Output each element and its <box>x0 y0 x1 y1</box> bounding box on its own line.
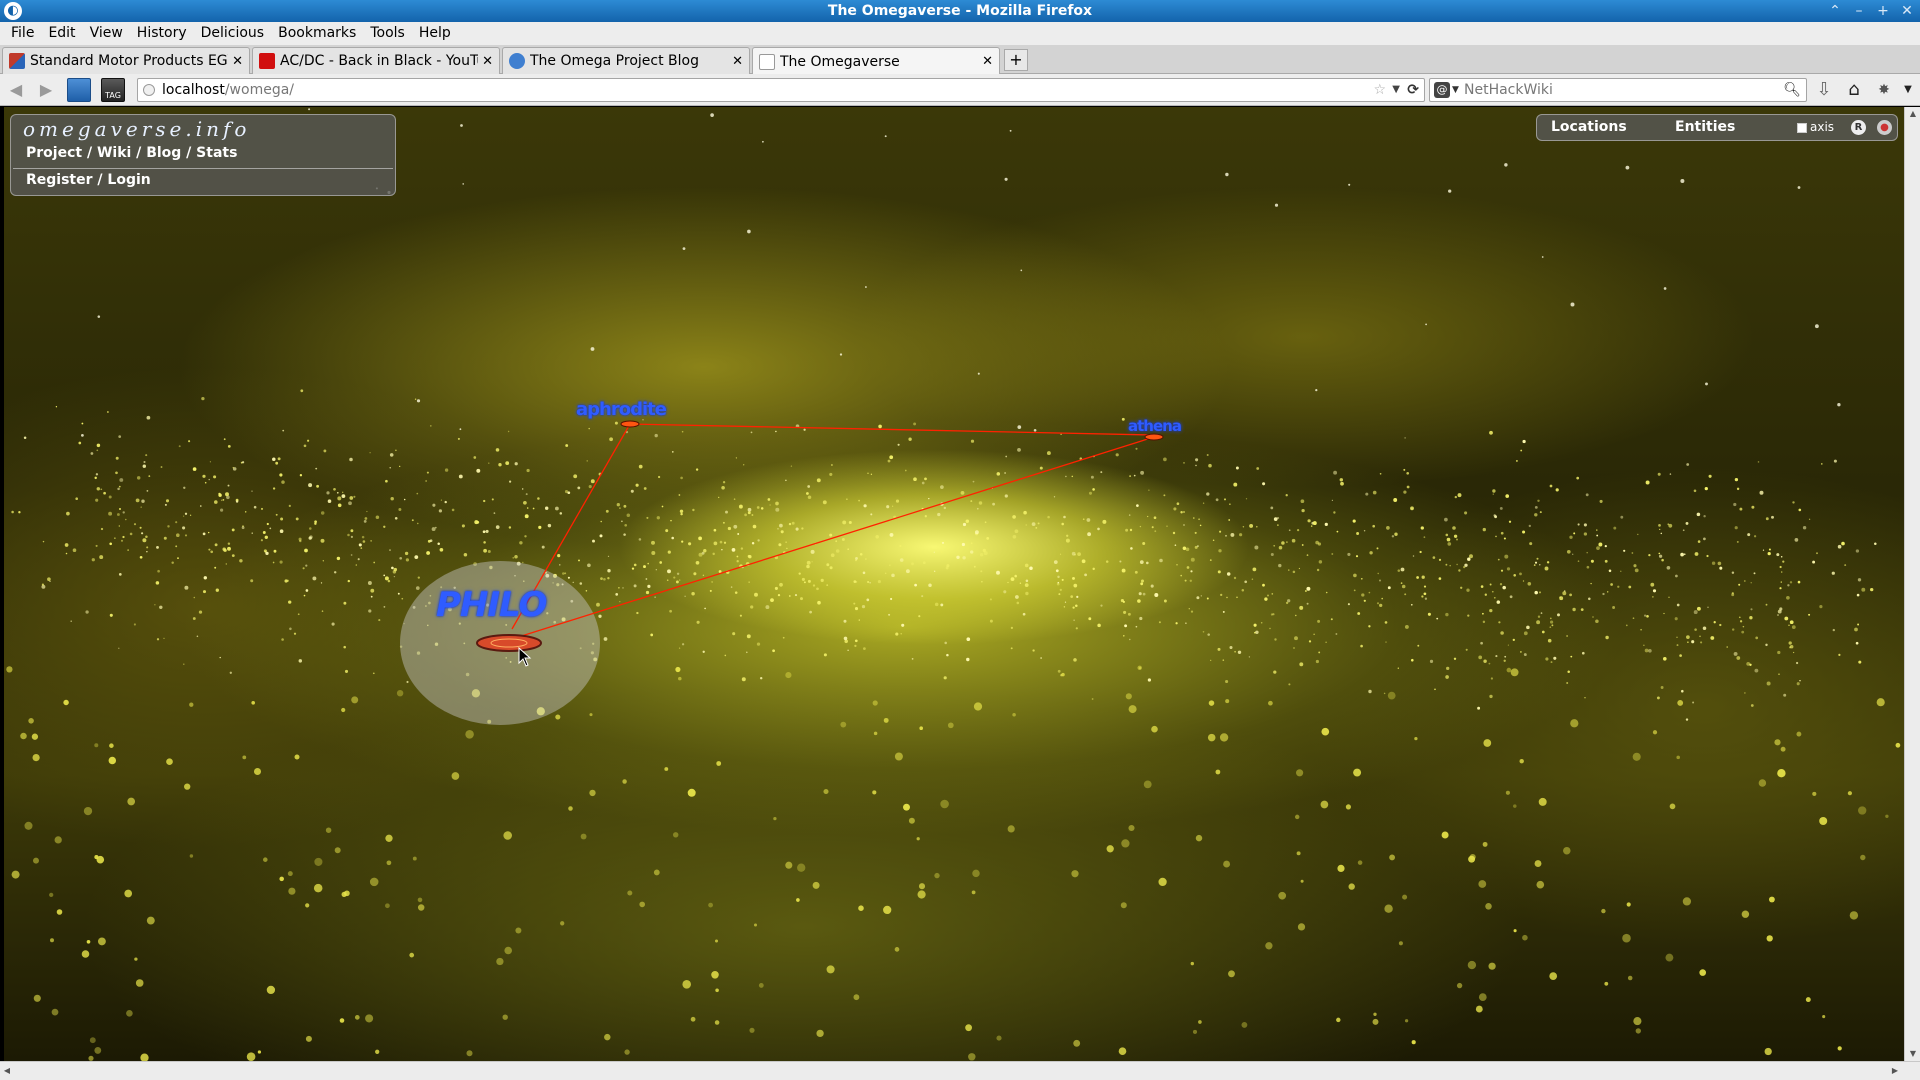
tab-close-icon[interactable]: ✕ <box>982 54 993 69</box>
axis-toggle[interactable]: axis <box>1797 115 1834 140</box>
home-icon[interactable]: ⌂ <box>1842 78 1866 102</box>
menu-history[interactable]: History <box>130 22 194 45</box>
scroll-left-arrow-icon[interactable]: ◀ <box>0 1062 14 1080</box>
webgl-scene-viewport[interactable]: aphrodite athena philo omegaverse.info P… <box>4 107 1904 1061</box>
menubar: File Edit View History Delicious Bookmar… <box>0 22 1920 45</box>
tab-close-icon[interactable]: ✕ <box>482 54 493 69</box>
toolbar-overflow-icon[interactable]: ▼ <box>1896 78 1920 102</box>
scene-label-philo[interactable]: philo <box>436 585 547 625</box>
axis-checkbox[interactable] <box>1797 122 1807 133</box>
window-titlebar: ◐ The Omegaverse - Mozilla Firefox ⌃ – +… <box>0 0 1920 22</box>
bookmark-save-icon[interactable] <box>67 78 91 102</box>
site-brand[interactable]: omegaverse.info <box>23 117 250 141</box>
favicon-icon <box>9 53 25 69</box>
panel-divider <box>13 168 393 169</box>
bookmark-star-icon[interactable]: ☆ <box>1373 79 1386 101</box>
nav-link-project[interactable]: Project <box>26 145 82 161</box>
site-nav-links: Project / Wiki / Blog / Stats <box>26 145 238 161</box>
page-favicon-icon <box>759 53 775 70</box>
scroll-up-arrow-icon[interactable]: ▲ <box>1905 107 1920 121</box>
menu-bookmarks[interactable]: Bookmarks <box>271 22 363 45</box>
tab-standard-motor[interactable]: Standard Motor Products EGV... ✕ <box>2 47 250 74</box>
search-bar[interactable]: @ ▼ 🔍︎ <box>1429 78 1807 102</box>
forward-arrow-icon[interactable]: ▶ <box>34 78 58 102</box>
window-close-icon[interactable]: ✕ <box>1898 2 1916 20</box>
scene-controls-panel: Locations Entities axis R ● <box>1536 114 1898 141</box>
tab-strip: Standard Motor Products EGV... ✕ AC/DC -… <box>0 45 1920 75</box>
tab-close-icon[interactable]: ✕ <box>732 54 743 69</box>
addon-icon[interactable]: ✸ <box>1872 78 1896 102</box>
location-marker-aphrodite <box>620 420 640 428</box>
blog-favicon-icon <box>509 53 525 69</box>
menu-tools[interactable]: Tools <box>363 22 412 45</box>
scene-label-athena[interactable]: athena <box>1128 417 1182 435</box>
register-link[interactable]: Register <box>26 172 93 188</box>
scene-label-aphrodite[interactable]: aphrodite <box>576 399 667 420</box>
scroll-right-arrow-icon[interactable]: ▶ <box>1888 1062 1902 1080</box>
menu-help[interactable]: Help <box>412 22 458 45</box>
window-maximize-icon[interactable]: + <box>1874 2 1892 20</box>
site-header-panel: omegaverse.info Project / Wiki / Blog / … <box>10 114 396 196</box>
vertical-scrollbar[interactable]: ▲ ▼ <box>1904 107 1920 1061</box>
tab-label: The Omega Project Blog <box>530 53 699 69</box>
navigation-toolbar: ◀ ▶ TAG localhost/womega/ ☆ ▼ ⟳ @ ▼ 🔍︎ ⇩… <box>0 74 1920 106</box>
menu-delicious[interactable]: Delicious <box>194 22 272 45</box>
axis-label: axis <box>1810 120 1835 134</box>
address-bar[interactable]: localhost/womega/ ☆ ▼ ⟳ <box>137 78 1425 102</box>
youtube-favicon-icon <box>259 53 275 69</box>
menu-view[interactable]: View <box>83 22 130 45</box>
nav-link-stats[interactable]: Stats <box>196 145 237 161</box>
back-arrow-icon[interactable]: ◀ <box>4 78 28 102</box>
reload-icon[interactable]: ⟳ <box>1407 79 1419 101</box>
link-philo-athena <box>511 436 1155 640</box>
window-shade-icon[interactable]: ⌃ <box>1826 2 1844 20</box>
search-engine-icon[interactable]: @ <box>1434 82 1450 98</box>
scroll-down-arrow-icon[interactable]: ▼ <box>1905 1047 1920 1061</box>
tab-acdc-youtube[interactable]: AC/DC - Back in Black - YouTube ✕ <box>252 47 500 74</box>
history-dropdown-icon[interactable]: ▼ <box>1392 79 1400 101</box>
tab-omega-blog[interactable]: The Omega Project Blog ✕ <box>502 47 750 74</box>
url-text[interactable]: localhost/womega/ <box>162 79 294 101</box>
tab-close-icon[interactable]: ✕ <box>232 54 243 69</box>
nav-link-wiki[interactable]: Wiki <box>97 145 131 161</box>
delicious-tag-icon[interactable]: TAG <box>101 78 125 102</box>
downloads-icon[interactable]: ⇩ <box>1812 78 1836 102</box>
search-engine-dropdown-icon[interactable]: ▼ <box>1452 79 1459 101</box>
scene-overlay <box>400 420 1164 725</box>
tab-label: AC/DC - Back in Black - YouTube <box>280 53 478 69</box>
reset-icon[interactable]: R <box>1851 120 1866 135</box>
menu-file[interactable]: File <box>4 22 41 45</box>
auth-links: Register / Login <box>26 172 151 188</box>
link-aphrodite-athena <box>629 423 1155 436</box>
new-tab-button[interactable]: + <box>1004 49 1028 71</box>
menu-edit[interactable]: Edit <box>41 22 82 45</box>
settings-icon[interactable]: ● <box>1877 120 1892 135</box>
login-link[interactable]: Login <box>107 172 150 188</box>
search-magnifier-icon[interactable]: 🔍︎ <box>1783 79 1801 101</box>
tab-label: Standard Motor Products EGV... <box>30 53 229 69</box>
window-minimize-icon[interactable]: – <box>1850 2 1868 20</box>
search-input[interactable] <box>1464 79 1780 101</box>
horizontal-scrollbar[interactable]: ◀ ▶ <box>0 1061 1920 1080</box>
tab-label: The Omegaverse <box>780 53 900 70</box>
locations-button[interactable]: Locations <box>1551 115 1627 140</box>
nav-link-blog[interactable]: Blog <box>146 145 181 161</box>
tab-omegaverse[interactable]: The Omegaverse ✕ <box>752 47 1000 75</box>
site-identity-icon[interactable] <box>143 84 155 96</box>
window-title: The Omegaverse - Mozilla Firefox <box>827 3 1093 19</box>
mouse-cursor-icon <box>518 647 532 667</box>
entities-button[interactable]: Entities <box>1675 115 1735 140</box>
